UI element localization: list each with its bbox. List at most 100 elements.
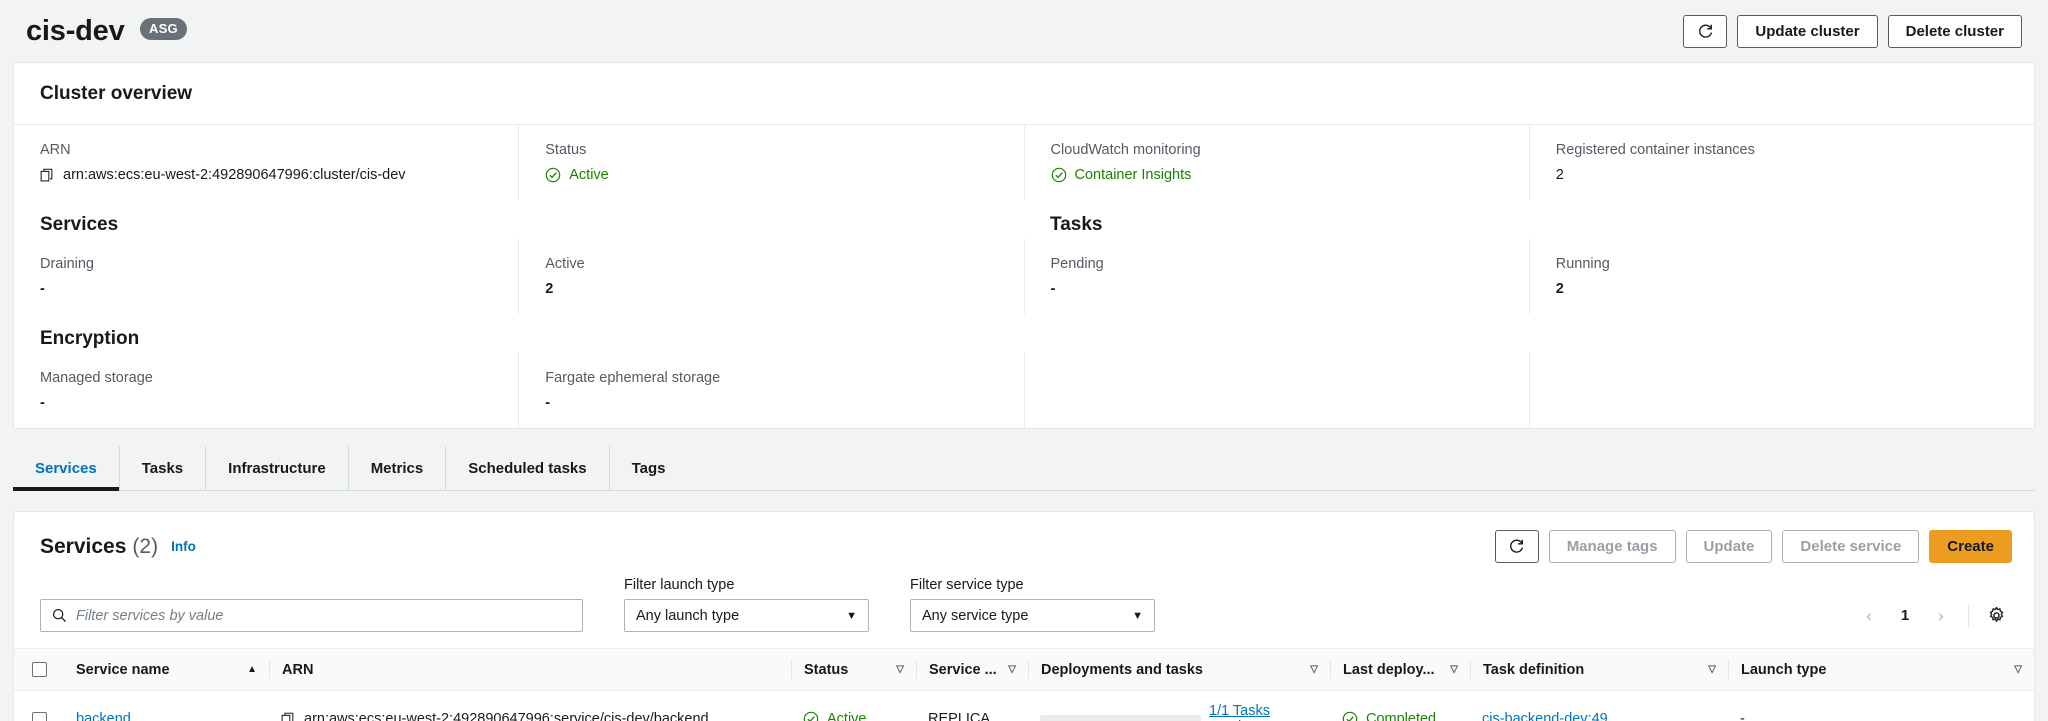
col-label: Launch type bbox=[1741, 661, 1827, 678]
stat-tasks-pending: Pending - bbox=[1023, 239, 1529, 314]
tasks-running-link[interactable]: 1/1 Tasks running bbox=[1209, 703, 1318, 721]
tasks-progress-bar bbox=[1040, 714, 1201, 721]
previous-page-button[interactable]: ‹ bbox=[1853, 600, 1885, 632]
overview-field-arn: ARN arn:aws:ecs:eu-west-2:492890647996:c… bbox=[14, 125, 518, 200]
tab-label: Services bbox=[35, 459, 97, 477]
tab-label: Tasks bbox=[141, 459, 184, 477]
stat-fargate-ephemeral-storage: Fargate ephemeral storage - bbox=[518, 353, 1023, 428]
status-check-icon bbox=[803, 711, 819, 721]
tab-scheduled-tasks[interactable]: Scheduled tasks bbox=[446, 446, 610, 490]
update-service-button[interactable]: Update bbox=[1685, 530, 1773, 563]
refresh-icon bbox=[1510, 539, 1524, 553]
field-value: - bbox=[40, 281, 45, 297]
field-label: CloudWatch monitoring bbox=[1050, 142, 1201, 158]
filter-launch-type-label: Filter launch type bbox=[624, 577, 735, 593]
stat-tasks-running: Running 2 bbox=[1528, 239, 2034, 314]
overview-field-registered-instances: Registered container instances 2 bbox=[1528, 125, 2034, 200]
col-status[interactable]: Status ▽ bbox=[791, 648, 916, 691]
page-header: cis-dev ASG Update cluster Delete cluste… bbox=[0, 0, 2048, 62]
search-services-wrap[interactable] bbox=[40, 599, 583, 632]
refresh-services-button[interactable] bbox=[1494, 530, 1539, 563]
overview-field-status: Status Active bbox=[518, 125, 1023, 200]
filter-arrow-icon: ▽ bbox=[1310, 664, 1318, 675]
cluster-overview-header: Cluster overview bbox=[14, 63, 2034, 125]
manage-tags-button[interactable]: Manage tags bbox=[1548, 530, 1676, 563]
col-select-all bbox=[14, 648, 64, 691]
cell-last-deployment: Completed bbox=[1330, 690, 1470, 721]
select-all-checkbox[interactable] bbox=[31, 662, 47, 677]
delete-cluster-button[interactable]: Delete cluster bbox=[1887, 14, 2022, 48]
encryption-spacer-1 bbox=[1023, 353, 1529, 428]
tab-label: Tags bbox=[631, 459, 666, 477]
delete-service-button[interactable]: Delete service bbox=[1782, 530, 1920, 563]
info-link[interactable]: Info bbox=[171, 539, 196, 554]
col-label: Task definition bbox=[1483, 661, 1585, 678]
pagination-divider bbox=[1968, 604, 1969, 627]
services-panel-title: Services bbox=[40, 534, 127, 558]
next-page-button[interactable]: › bbox=[1925, 600, 1957, 632]
cluster-overview-title: Cluster overview bbox=[40, 83, 193, 104]
table-pagination: ‹ 1 › bbox=[1853, 599, 2012, 632]
tab-tasks[interactable]: Tasks bbox=[120, 446, 207, 490]
service-type-text: REPLICA bbox=[928, 711, 991, 721]
field-value: - bbox=[545, 395, 551, 411]
filter-arrow-icon: ▽ bbox=[896, 664, 904, 675]
field-label: Running bbox=[1555, 256, 1610, 272]
refresh-icon bbox=[1698, 24, 1713, 38]
tab-tags[interactable]: Tags bbox=[610, 446, 688, 490]
col-label: Last deploy... bbox=[1343, 661, 1435, 678]
table-preferences-button[interactable] bbox=[1980, 600, 2012, 632]
encryption-stats-row: Managed storage - Fargate ephemeral stor… bbox=[14, 353, 2034, 428]
header-actions: Update cluster Delete cluster bbox=[1683, 14, 2022, 48]
row-select-cell bbox=[14, 690, 64, 721]
services-tasks-headings: Services Tasks bbox=[14, 200, 2034, 239]
col-label: Service name bbox=[76, 661, 170, 678]
filter-launch-type-select[interactable]: Any launch type ▼ bbox=[624, 599, 869, 632]
tab-infrastructure[interactable]: Infrastructure bbox=[206, 446, 349, 490]
field-value: arn:aws:ecs:eu-west-2:492890647996:clust… bbox=[40, 167, 492, 183]
filter-service-type-value: Any service type bbox=[922, 607, 1029, 624]
copy-icon[interactable] bbox=[281, 712, 296, 721]
cluster-status-text: Active bbox=[569, 167, 609, 183]
search-input[interactable] bbox=[76, 607, 571, 624]
services-table: Service name ▲ ARN Status ▽ Service ... … bbox=[14, 648, 2034, 721]
services-panel: Services (2) Info Manage tags Update Del… bbox=[13, 511, 2035, 721]
create-service-button[interactable]: Create bbox=[1929, 530, 2012, 563]
filter-service-type-group: Filter service type Any service type ▼ bbox=[910, 577, 1155, 632]
tasks-section-title: Tasks bbox=[1050, 214, 1103, 235]
col-arn: ARN bbox=[269, 648, 791, 691]
tab-label: Scheduled tasks bbox=[468, 459, 587, 477]
filter-service-type-select[interactable]: Any service type ▼ bbox=[910, 599, 1155, 632]
update-cluster-button[interactable]: Update cluster bbox=[1737, 14, 1878, 48]
refresh-cluster-button[interactable] bbox=[1683, 14, 1728, 48]
registered-instances-value: 2 bbox=[1555, 167, 1564, 183]
col-deployments-and-tasks[interactable]: Deployments and tasks ▽ bbox=[1028, 648, 1330, 691]
col-last-deployment[interactable]: Last deploy... ▽ bbox=[1330, 648, 1470, 691]
field-value: Active bbox=[545, 167, 997, 183]
copy-icon[interactable] bbox=[40, 168, 55, 183]
col-task-definition[interactable]: Task definition ▽ bbox=[1470, 648, 1728, 691]
services-tasks-stats-row: Draining - Active 2 Pending - Running 2 bbox=[14, 239, 2034, 314]
row-checkbox[interactable] bbox=[31, 711, 47, 721]
ecs-cluster-detail-page: cis-dev ASG Update cluster Delete cluste… bbox=[0, 0, 2048, 721]
status-badge: Active bbox=[827, 711, 867, 721]
cell-service-name: backend bbox=[64, 690, 269, 721]
filter-arrow-icon: ▽ bbox=[1450, 664, 1458, 675]
tab-metrics[interactable]: Metrics bbox=[349, 446, 447, 490]
col-service-type[interactable]: Service ... ▽ bbox=[916, 648, 1028, 691]
col-service-name[interactable]: Service name ▲ bbox=[64, 648, 269, 691]
overview-summary-row: ARN arn:aws:ecs:eu-west-2:492890647996:c… bbox=[14, 125, 2034, 200]
table-row[interactable]: backend arn:aws:ecs:eu-west-2:4928906479… bbox=[14, 690, 2034, 721]
cell-arn: arn:aws:ecs:eu-west-2:492890647996:servi… bbox=[269, 690, 791, 721]
tab-services[interactable]: Services bbox=[13, 446, 120, 491]
last-deployment-status: Completed bbox=[1366, 711, 1436, 721]
field-value: 2 bbox=[1555, 281, 1564, 297]
col-label: Service ... bbox=[929, 661, 997, 678]
service-name-link[interactable]: backend bbox=[76, 711, 131, 721]
encryption-spacer-2 bbox=[1528, 353, 2034, 428]
field-label: ARN bbox=[40, 142, 71, 158]
field-value: - bbox=[1050, 281, 1056, 297]
page-number[interactable]: 1 bbox=[1889, 607, 1921, 624]
col-launch-type[interactable]: Launch type ▽ bbox=[1728, 648, 2034, 691]
task-definition-link[interactable]: cis-backend-dev:49 bbox=[1482, 711, 1608, 721]
